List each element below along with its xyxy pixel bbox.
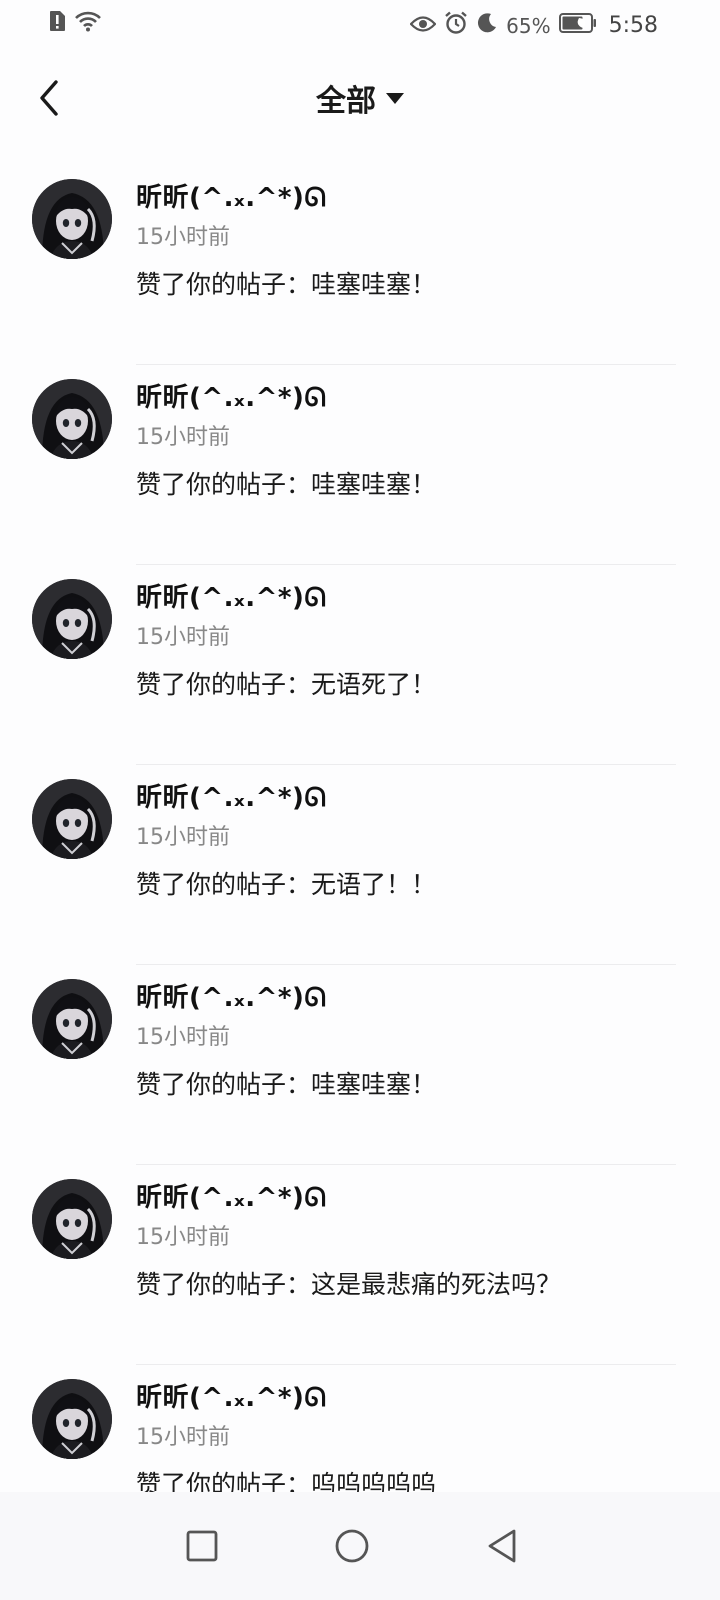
timestamp: 15小时前 <box>136 425 230 450</box>
notification-item[interactable]: 昕昕(^.ₓ.^*)ᘏ 15小时前赞了你的帖子：无语了！！ <box>0 765 720 965</box>
notification-text: 赞了你的帖子：无语死了！ <box>136 670 437 699</box>
wifi-icon <box>74 10 102 36</box>
avatar[interactable] <box>32 1179 112 1259</box>
notification-item[interactable]: 昕昕(^.ₓ.^*)ᘏ 15小时前赞了你的帖子：这是最悲痛的死法吗？ <box>0 1165 720 1365</box>
notification-text: 赞了你的帖子：哇塞哇塞！ <box>136 470 437 499</box>
notification-text: 赞了你的帖子：哇塞哇塞！ <box>136 1070 437 1099</box>
user-name[interactable]: 昕昕(^.ₓ.^*)ᘏ <box>136 977 327 1014</box>
user-name[interactable]: 昕昕(^.ₓ.^*)ᘏ <box>136 377 327 414</box>
page-title: 全部 <box>316 84 376 119</box>
notification-item[interactable]: 昕昕(^.ₓ.^*)ᘏ 15小时前赞了你的帖子：哇塞哇塞！ <box>0 365 720 565</box>
status-right: 65% 5:58 <box>409 11 658 40</box>
recents-button[interactable] <box>172 1516 232 1576</box>
notification-item[interactable]: 昕昕(^.ₓ.^*)ᘏ 15小时前赞了你的帖子：哇塞哇塞！ <box>0 165 720 365</box>
filter-dropdown[interactable]: 全部 <box>0 76 720 120</box>
moon-icon <box>476 12 498 39</box>
user-name[interactable]: 昕昕(^.ₓ.^*)ᘏ <box>136 177 327 214</box>
avatar[interactable] <box>32 379 112 459</box>
avatar[interactable] <box>32 1379 112 1459</box>
timestamp: 15小时前 <box>136 1225 230 1250</box>
avatar[interactable] <box>32 779 112 859</box>
eye-icon <box>409 14 437 38</box>
notification-item[interactable]: 昕昕(^.ₓ.^*)ᘏ 15小时前赞了你的帖子：无语死了！ <box>0 565 720 765</box>
timestamp: 15小时前 <box>136 825 230 850</box>
user-name[interactable]: 昕昕(^.ₓ.^*)ᘏ <box>136 577 327 614</box>
avatar[interactable] <box>32 579 112 659</box>
battery-icon <box>558 13 597 38</box>
notification-text: 赞了你的帖子：无语了！！ <box>136 870 437 899</box>
home-circle-icon <box>322 1529 382 1580</box>
caret-down-icon <box>386 92 404 104</box>
clock: 5:58 <box>608 13 658 38</box>
alert-sim-icon <box>48 10 66 36</box>
user-name[interactable]: 昕昕(^.ₓ.^*)ᘏ <box>136 1177 327 1214</box>
home-button[interactable] <box>322 1516 382 1576</box>
back-triangle-icon <box>472 1529 532 1580</box>
user-name[interactable]: 昕昕(^.ₓ.^*)ᘏ <box>136 1377 327 1414</box>
notification-list: 昕昕(^.ₓ.^*)ᘏ 15小时前 赞了你的帖子：哇塞哇塞！ 昕昕(^.ₓ.^*)ᘏ 1… <box>0 165 720 1565</box>
avatar[interactable] <box>32 179 112 259</box>
battery-percent: 65% <box>506 13 551 38</box>
timestamp: 15小时前 <box>136 1425 230 1450</box>
notification-text: 赞了你的帖子：这是最悲痛的死法吗？ <box>136 1270 562 1299</box>
timestamp: 15小时前 <box>136 225 230 250</box>
recents-square-icon <box>172 1530 232 1580</box>
timestamp: 15小时前 <box>136 1025 230 1050</box>
user-name[interactable]: 昕昕(^.ₓ.^*)ᘏ <box>136 777 327 814</box>
navigation-bar <box>0 1492 720 1600</box>
notification-item[interactable]: 昕昕(^.ₓ.^*)ᘏ 15小时前赞了你的帖子：哇塞哇塞！ <box>0 965 720 1165</box>
alarm-icon <box>444 11 468 40</box>
nav-back-button[interactable] <box>472 1516 532 1576</box>
header: 全部 <box>0 58 720 138</box>
avatar[interactable] <box>32 979 112 1059</box>
notification-text: 赞了你的帖子：哇塞哇塞！ <box>136 270 437 299</box>
status-bar: 65% 5:58 <box>0 0 720 48</box>
timestamp: 15小时前 <box>136 625 230 650</box>
status-left <box>48 10 102 36</box>
